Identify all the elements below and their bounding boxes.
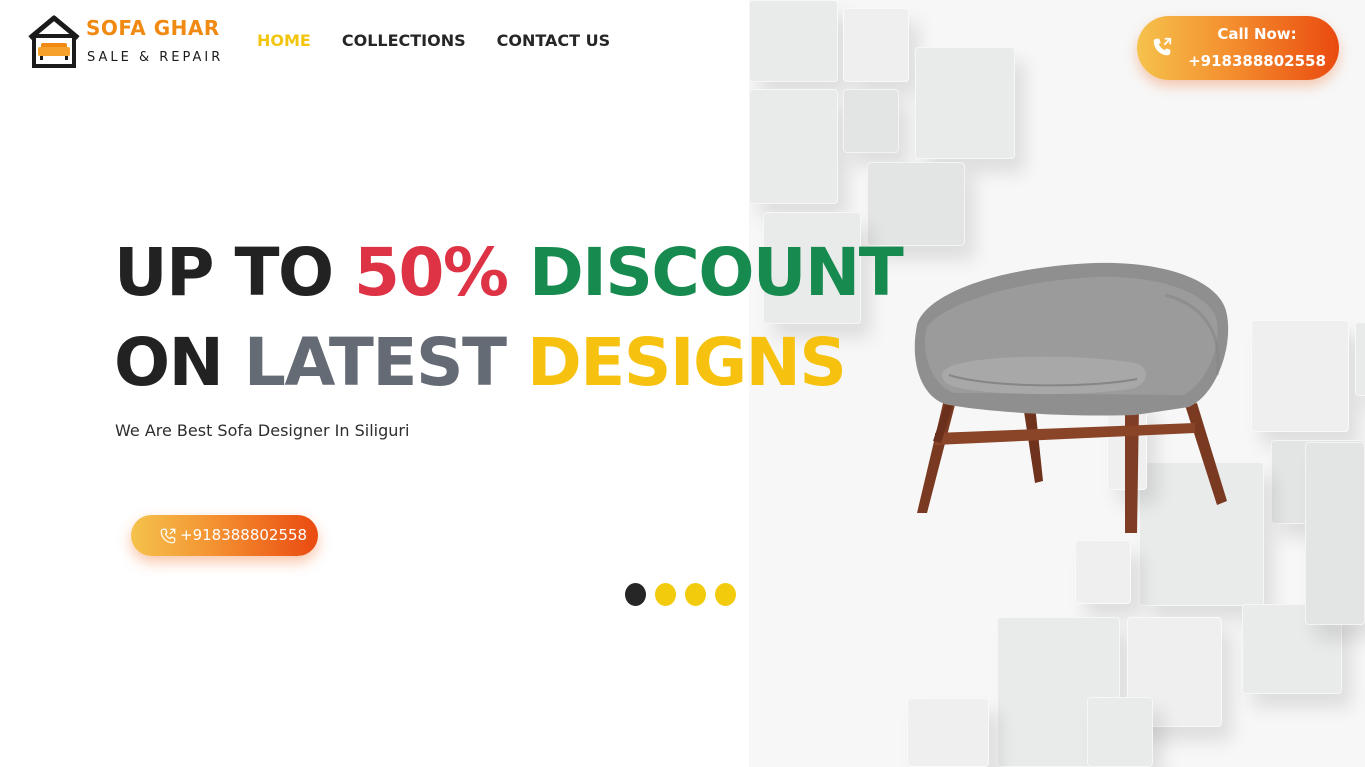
headline-part: DESIGNS	[505, 324, 847, 401]
call-now-label: Call Now:	[1217, 25, 1297, 43]
slider-dot[interactable]	[715, 583, 736, 606]
hero-headline: UP TO 50% DISCOUNT ON LATEST DESIGNS	[114, 228, 904, 408]
headline-discount-value: 50%	[354, 234, 509, 311]
house-sofa-icon	[28, 15, 80, 68]
brand-title: SOFA GHAR	[86, 16, 220, 40]
slider-dot[interactable]	[625, 583, 646, 606]
nav-collections[interactable]: COLLECTIONS	[342, 31, 466, 50]
hero-call-number: +918388802558	[180, 526, 308, 544]
nav-contact-us[interactable]: CONTACT US	[497, 31, 611, 50]
brand-logo[interactable]: SOFA GHAR SALE & REPAIR	[24, 12, 224, 70]
hero-tagline: We Are Best Sofa Designer In Siliguri	[115, 421, 410, 440]
chair-image	[914, 262, 1229, 533]
nav-home[interactable]: HOME	[257, 31, 311, 50]
slider-pagination	[625, 583, 736, 606]
slider-dot[interactable]	[685, 583, 706, 606]
headline-part: LATEST	[243, 324, 507, 401]
slider-dot[interactable]	[655, 583, 676, 606]
phone-call-icon	[160, 528, 176, 544]
headline-part: ON	[114, 324, 244, 401]
main-nav: HOME COLLECTIONS CONTACT US	[257, 31, 610, 50]
call-now-number: +918388802558	[1188, 52, 1326, 70]
hero-call-button[interactable]: +918388802558	[131, 515, 318, 556]
call-now-button[interactable]: Call Now: +918388802558	[1137, 16, 1339, 80]
brand-subtitle: SALE & REPAIR	[87, 50, 224, 65]
headline-part: UP TO	[114, 234, 355, 311]
phone-call-icon	[1153, 37, 1172, 56]
headline-part: DISCOUNT	[507, 234, 904, 311]
